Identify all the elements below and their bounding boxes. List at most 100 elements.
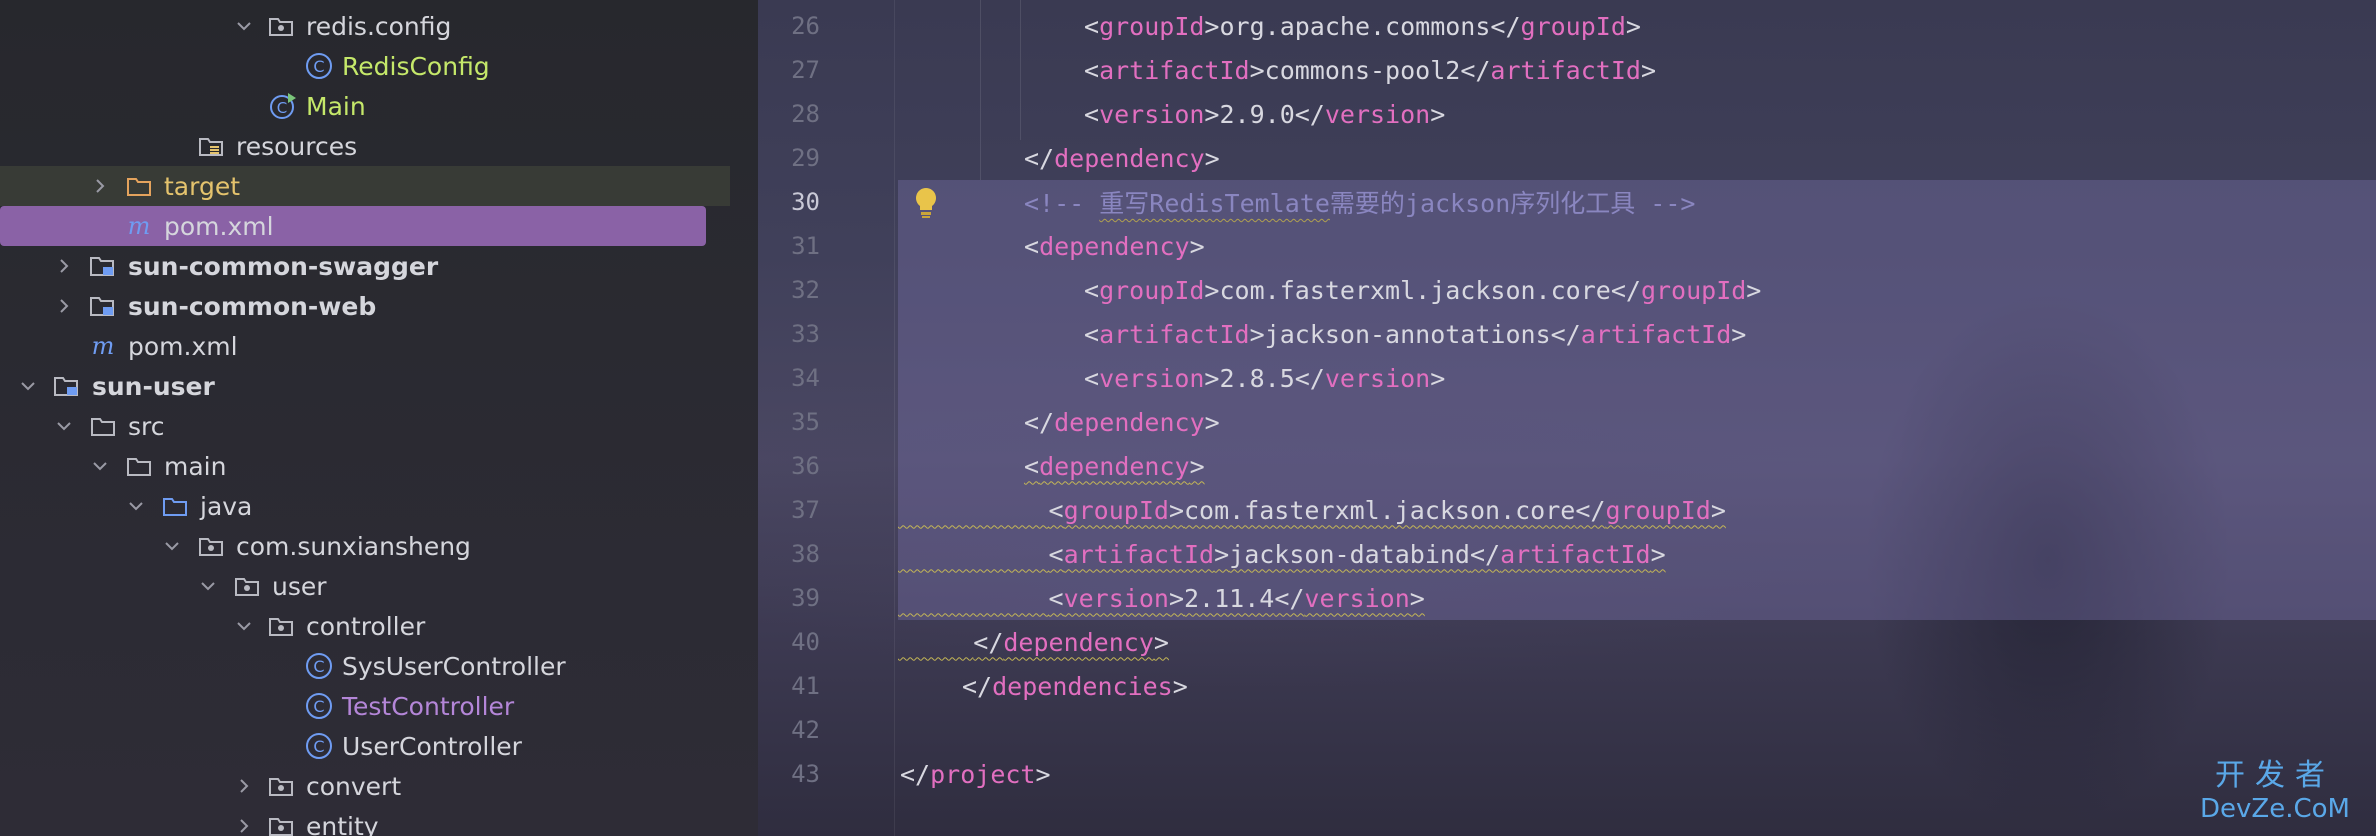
chevron-right-icon[interactable] <box>230 806 258 836</box>
chevron-right-icon[interactable] <box>230 766 258 806</box>
class-icon: C <box>304 46 334 86</box>
code-line[interactable]: 35 </dependency> <box>758 400 2376 444</box>
tree-item-main[interactable]: main <box>0 446 758 486</box>
chevron-right-icon[interactable] <box>86 166 114 206</box>
tree-item-sun-user[interactable]: sun-user <box>0 366 758 406</box>
svg-text:C: C <box>313 737 324 756</box>
tree-item-src[interactable]: src <box>0 406 758 446</box>
chevron-right-icon[interactable] <box>50 286 78 326</box>
tree-item-label: com.sunxiansheng <box>236 531 471 561</box>
tree-item-label: UserController <box>342 731 522 761</box>
resources-folder-icon <box>196 126 226 166</box>
chevron-down-icon[interactable] <box>158 526 186 566</box>
chevron-down-icon[interactable] <box>86 446 114 486</box>
chevron-down-icon[interactable] <box>122 486 150 526</box>
code-line[interactable]: 42 <box>758 708 2376 752</box>
code-line[interactable]: 37 <groupId>com.fasterxml.jackson.core</… <box>758 488 2376 532</box>
code-line[interactable]: 34 <version>2.8.5</version> <box>758 356 2376 400</box>
svg-text:m: m <box>92 334 115 358</box>
project-tree: redis.config C RedisConfig C Main resour… <box>0 0 758 836</box>
line-number: 41 <box>791 672 820 700</box>
module-folder-icon <box>88 246 118 286</box>
line-number: 37 <box>791 496 820 524</box>
tree-item-label: RedisConfig <box>342 51 490 81</box>
svg-text:C: C <box>313 697 324 716</box>
tree-item-entity[interactable]: entity <box>0 806 758 836</box>
tree-item-main-class[interactable]: C Main <box>0 86 758 126</box>
tree-item-sun-common-swagger[interactable]: sun-common-swagger <box>0 246 758 286</box>
tree-item-com-sunxiansheng[interactable]: com.sunxiansheng <box>0 526 758 566</box>
tree-item-user[interactable]: user <box>0 566 758 606</box>
source-folder-icon <box>160 486 190 526</box>
tree-item-usercontroller[interactable]: C UserController <box>0 726 758 766</box>
tree-item-label: SysUserController <box>342 651 566 681</box>
code-line[interactable]: 39 <version>2.11.4</version> <box>758 576 2376 620</box>
tree-item-pom-xml-selected[interactable]: m pom.xml <box>0 206 706 246</box>
tree-item-target[interactable]: target <box>0 166 730 206</box>
watermark-logo: 开发者 DevZe.CoM <box>2200 758 2350 824</box>
class-icon: C <box>304 686 334 726</box>
tree-item-label: user <box>272 571 327 601</box>
package-folder-icon <box>266 606 296 646</box>
line-number: 26 <box>791 12 820 40</box>
code-editor[interactable]: 26 <groupId>org.apache.commons</groupId>… <box>758 0 2376 836</box>
code-line[interactable]: 41 </dependencies> <box>758 664 2376 708</box>
code-line[interactable]: 40 </dependency> <box>758 620 2376 664</box>
code-line[interactable]: 32 <groupId>com.fasterxml.jackson.core</… <box>758 268 2376 312</box>
line-number: 32 <box>791 276 820 304</box>
tree-item-resources[interactable]: resources <box>0 126 758 166</box>
maven-icon: m <box>88 326 118 366</box>
line-number: 30 <box>791 188 820 216</box>
class-icon: C <box>304 646 334 686</box>
tree-item-label: sun-user <box>92 371 215 401</box>
code-line-current[interactable]: 30 <!-- 重写RedisTemlate需要的jackson序列化工具 --… <box>758 180 2376 224</box>
chevron-down-icon[interactable] <box>230 606 258 646</box>
tree-item-redisconfig[interactable]: C RedisConfig <box>0 46 758 86</box>
code-line[interactable]: 43 </project> <box>758 752 2376 796</box>
tree-item-java[interactable]: java <box>0 486 758 526</box>
line-number: 29 <box>791 144 820 172</box>
chevron-down-icon[interactable] <box>230 6 258 46</box>
line-number: 35 <box>791 408 820 436</box>
code-line[interactable]: 31 <dependency> <box>758 224 2376 268</box>
tree-item-sysusercontroller[interactable]: C SysUserController <box>0 646 758 686</box>
code-line[interactable]: 38 <artifactId>jackson-databind</artifac… <box>758 532 2376 576</box>
code-line[interactable]: 29 </dependency> <box>758 136 2376 180</box>
code-line[interactable]: 33 <artifactId>jackson-annotations</arti… <box>758 312 2376 356</box>
line-number: 38 <box>791 540 820 568</box>
watermark-top: 开发者 <box>2215 758 2335 793</box>
chevron-right-icon[interactable] <box>50 246 78 286</box>
chevron-down-icon[interactable] <box>50 406 78 446</box>
tree-item-sun-common-web[interactable]: sun-common-web <box>0 286 758 326</box>
tree-item-controller[interactable]: controller <box>0 606 758 646</box>
package-folder-icon <box>196 526 226 566</box>
folder-icon <box>124 166 154 206</box>
chevron-down-icon[interactable] <box>194 566 222 606</box>
module-folder-icon <box>88 286 118 326</box>
tree-item-pom-xml[interactable]: m pom.xml <box>0 326 758 366</box>
package-folder-icon <box>232 566 262 606</box>
tree-item-label: target <box>164 171 241 201</box>
svg-text:m: m <box>128 214 151 238</box>
svg-text:C: C <box>313 57 324 76</box>
code-line[interactable]: 36 <dependency> <box>758 444 2376 488</box>
line-number: 36 <box>791 452 820 480</box>
code-line[interactable]: 27 <artifactId>commons-pool2</artifactId… <box>758 48 2376 92</box>
tree-item-redis-config[interactable]: redis.config <box>0 6 758 46</box>
chevron-down-icon[interactable] <box>14 366 42 406</box>
tree-item-label: redis.config <box>306 11 452 41</box>
folder-icon <box>124 446 154 486</box>
class-run-icon: C <box>268 86 298 126</box>
package-folder-icon <box>266 6 296 46</box>
tree-item-convert[interactable]: convert <box>0 766 758 806</box>
package-folder-icon <box>266 806 296 836</box>
code-line[interactable]: 28 <version>2.9.0</version> <box>758 92 2376 136</box>
tree-item-label: convert <box>306 771 402 801</box>
svg-text:C: C <box>313 657 324 676</box>
tree-item-testcontroller[interactable]: C TestController <box>0 686 758 726</box>
line-number: 42 <box>791 716 820 744</box>
line-number: 39 <box>791 584 820 612</box>
tree-item-label: src <box>128 411 165 441</box>
line-number: 31 <box>791 232 820 260</box>
code-line[interactable]: 26 <groupId>org.apache.commons</groupId> <box>758 4 2376 48</box>
